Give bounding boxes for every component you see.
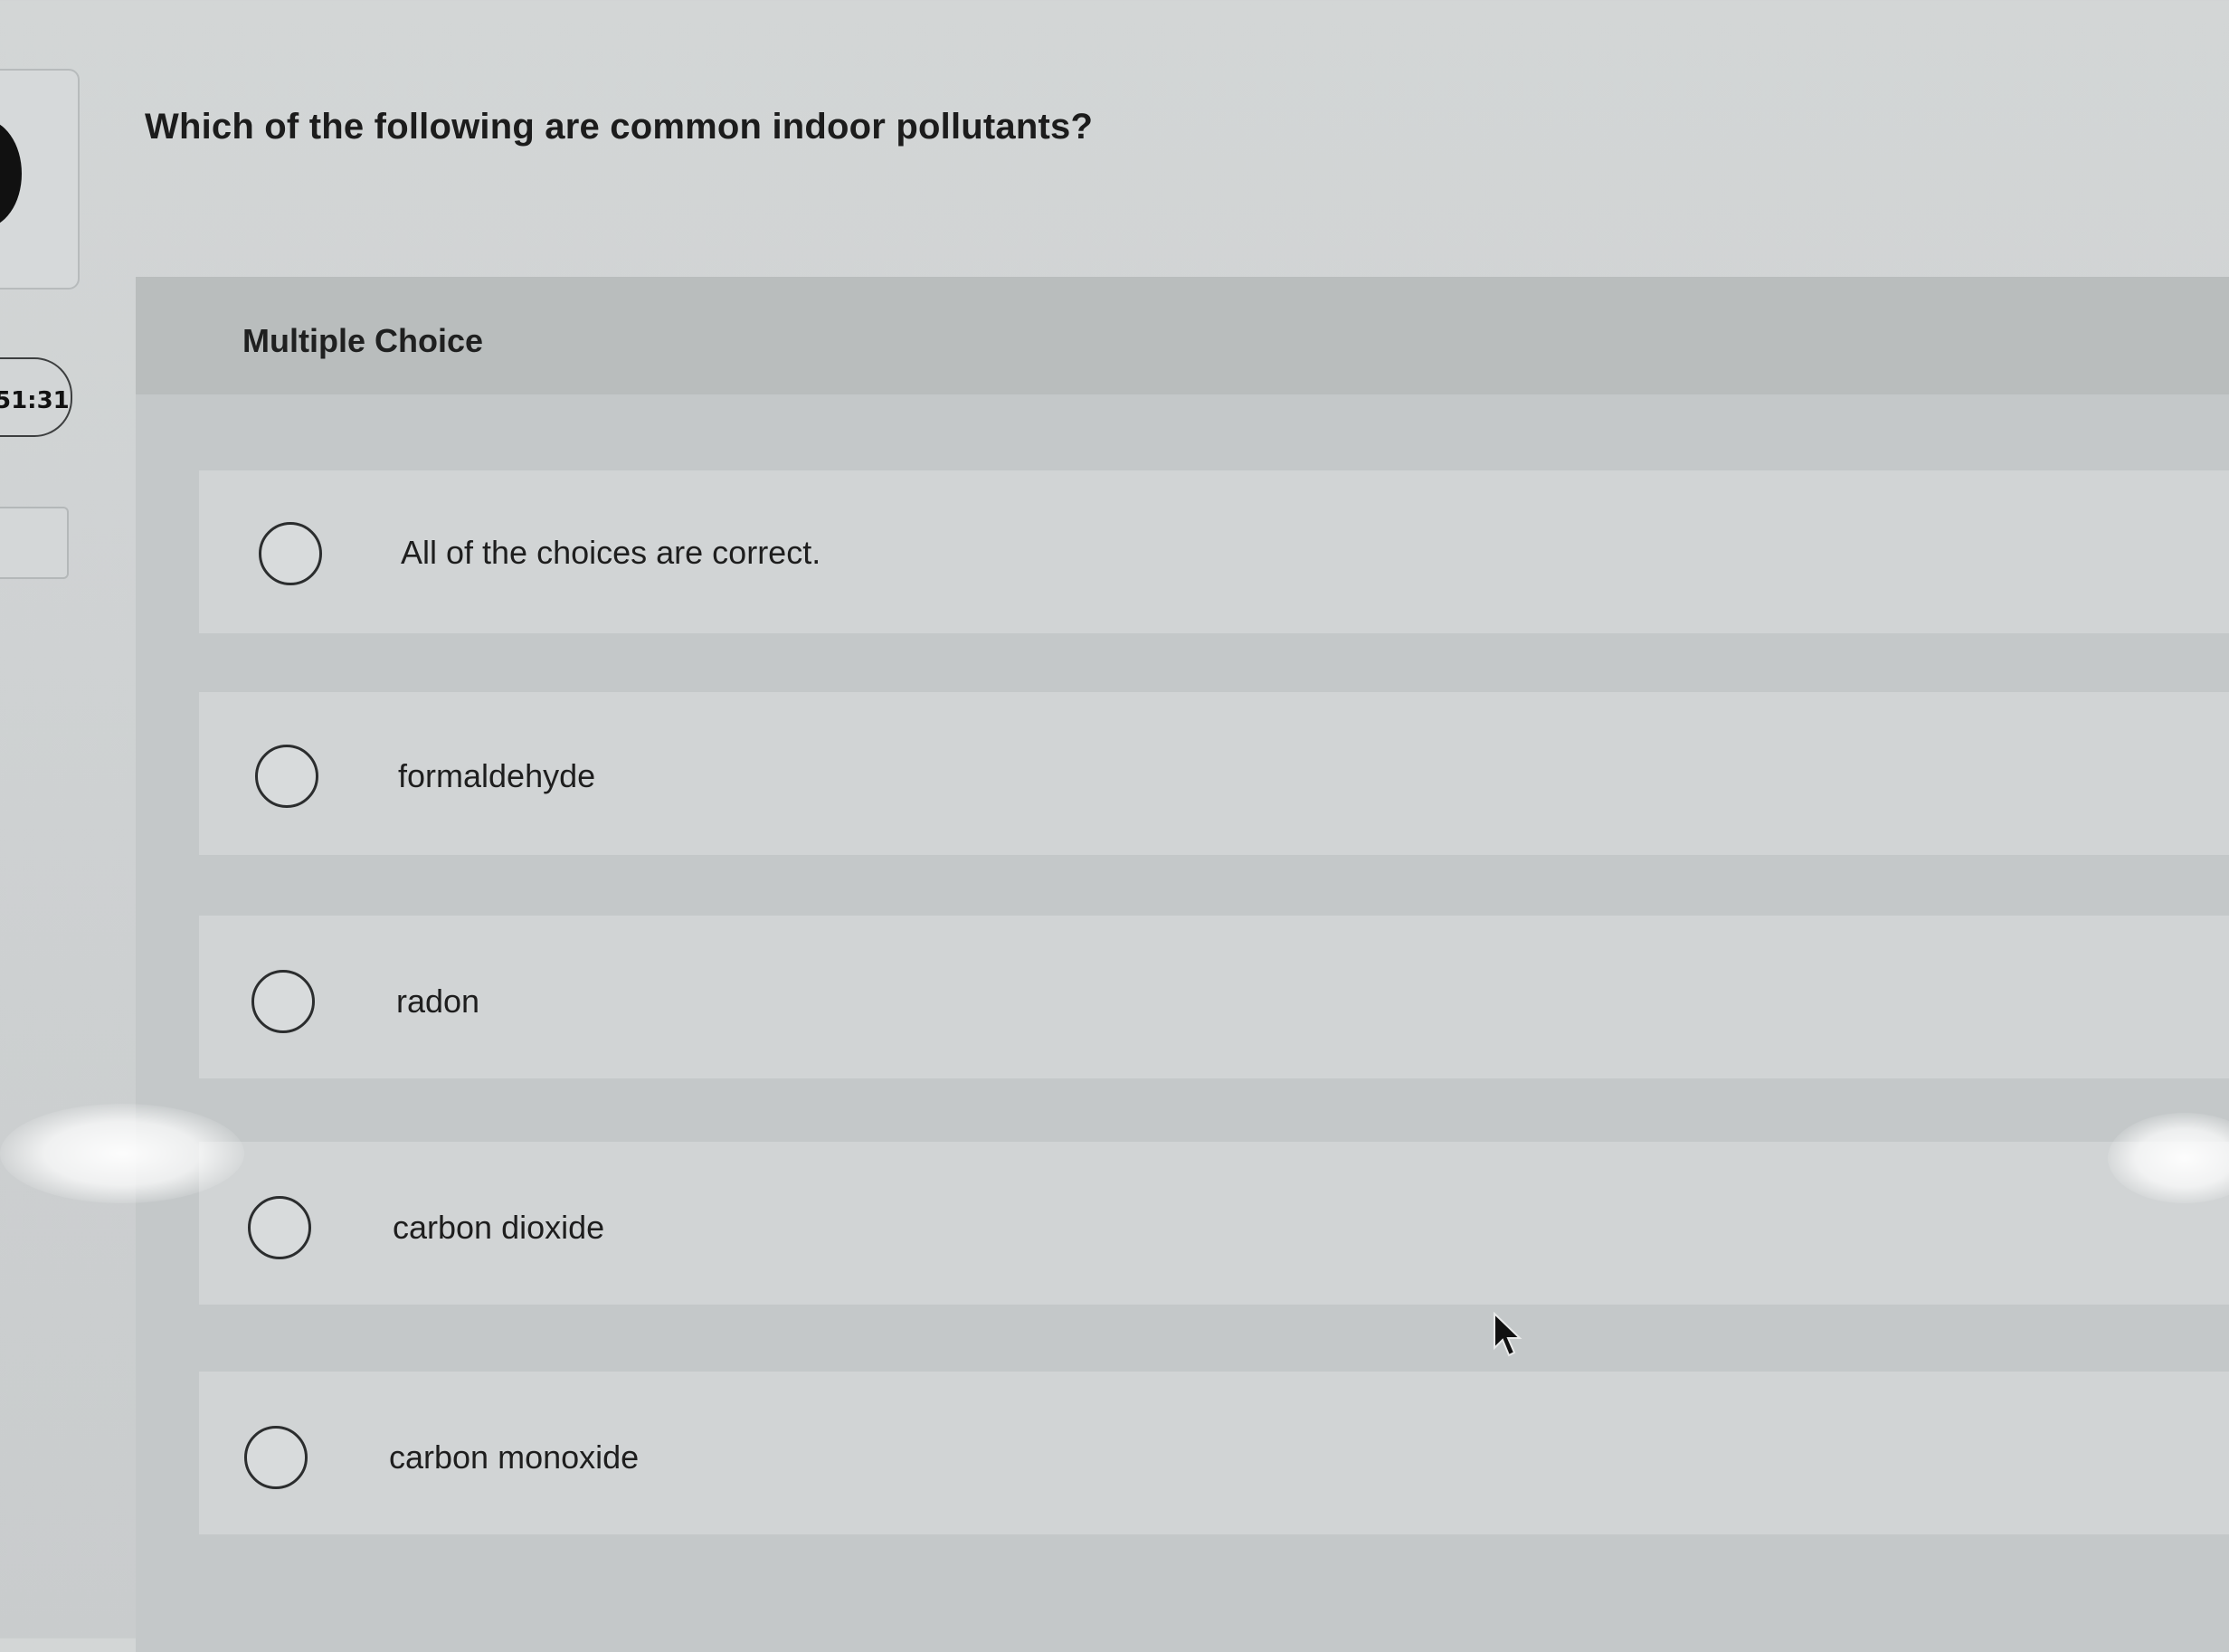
option-label: radon — [396, 983, 480, 1020]
question-prompt: Which of the following are common indoor… — [145, 107, 1094, 147]
answer-option-carbon-monoxide[interactable]: carbon monoxide — [199, 1372, 2229, 1534]
left-rail-button[interactable] — [0, 507, 69, 579]
answer-option-radon[interactable]: radon — [199, 916, 2229, 1078]
option-label: formaldehyde — [398, 757, 596, 794]
answer-option-carbon-dioxide[interactable]: carbon dioxide — [199, 1142, 2229, 1305]
radio-button[interactable] — [244, 1426, 308, 1489]
radio-button[interactable] — [259, 522, 322, 585]
option-label: All of the choices are correct. — [401, 534, 821, 571]
mouse-pointer-icon — [1494, 1312, 1522, 1357]
radio-button[interactable] — [255, 745, 318, 808]
option-label: carbon monoxide — [389, 1438, 640, 1476]
radio-button[interactable] — [248, 1196, 311, 1259]
option-label: carbon dioxide — [393, 1209, 605, 1246]
answer-option-formaldehyde[interactable]: formaldehyde — [199, 692, 2229, 855]
radio-button[interactable] — [251, 970, 315, 1033]
answer-option-all-correct[interactable]: All of the choices are correct. — [199, 470, 2229, 633]
timer-text: 51:31 — [0, 387, 70, 414]
question-type-label: Multiple Choice — [242, 322, 484, 359]
screen-glare — [0, 1104, 244, 1203]
